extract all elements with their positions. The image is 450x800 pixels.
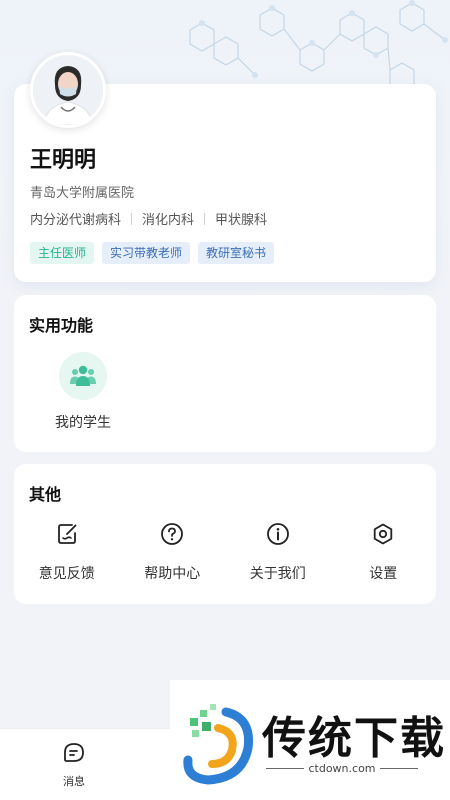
practical-functions-card: 实用功能 我的学生: [14, 295, 436, 452]
students-icon: [70, 365, 96, 386]
about-us-label: 关于我们: [249, 566, 306, 582]
about-us-button[interactable]: 关于我们: [225, 520, 331, 583]
help-center-label: 帮助中心: [144, 566, 201, 582]
help-icon: [161, 523, 184, 545]
settings-label: 设置: [369, 566, 398, 582]
settings-icon: [374, 523, 393, 545]
watermark-url-row: ctdown.com: [262, 762, 422, 775]
feedback-label: 意见反馈: [38, 566, 95, 582]
doctor-photo-icon: [33, 55, 103, 125]
section-title: 实用功能: [29, 316, 94, 335]
watermark-logo-icon: [183, 704, 254, 785]
other-card: 其他 意见反馈 帮助中心 关于我们 设置: [14, 464, 436, 604]
department-item: 内分泌代谢病科: [30, 213, 122, 228]
my-students-label: 我的学生: [55, 415, 111, 431]
settings-button[interactable]: 设置: [331, 520, 437, 583]
my-students-button[interactable]: 我的学生: [36, 352, 130, 432]
department-item: 消化内科: [142, 213, 195, 228]
section-title: 其他: [29, 485, 62, 504]
department-item: 甲状腺科: [215, 213, 268, 228]
title-tag: 主任医师: [30, 242, 95, 264]
help-center-button[interactable]: 帮助中心: [120, 520, 226, 583]
watermark-title: 传统下载: [262, 713, 446, 764]
feedback-button[interactable]: 意见反馈: [14, 520, 120, 583]
feedback-icon: [57, 524, 77, 544]
department-list: 内分泌代谢病科 消化内科 甲状腺科: [30, 209, 267, 228]
watermark-url: ctdown.com: [308, 762, 376, 775]
tab-messages[interactable]: 消息: [52, 741, 96, 789]
avatar[interactable]: [30, 52, 106, 128]
title-tag: 实习带教老师: [102, 242, 191, 264]
tab-messages-label: 消息: [63, 775, 85, 788]
doctor-name: 王明明: [30, 148, 97, 173]
hospital-name: 青岛大学附属医院: [30, 186, 135, 201]
info-icon: [266, 523, 289, 545]
divider: [266, 768, 305, 769]
divider: [131, 212, 133, 225]
students-icon-circle: [59, 352, 107, 400]
title-tags: 主任医师 实习带教老师 教研室秘书: [30, 242, 275, 264]
watermark-overlay: 传统下载 ctdown.com: [170, 680, 450, 800]
title-tag: 教研室秘书: [198, 242, 275, 264]
divider: [204, 212, 206, 225]
divider: [379, 768, 418, 769]
message-icon: [64, 743, 84, 762]
